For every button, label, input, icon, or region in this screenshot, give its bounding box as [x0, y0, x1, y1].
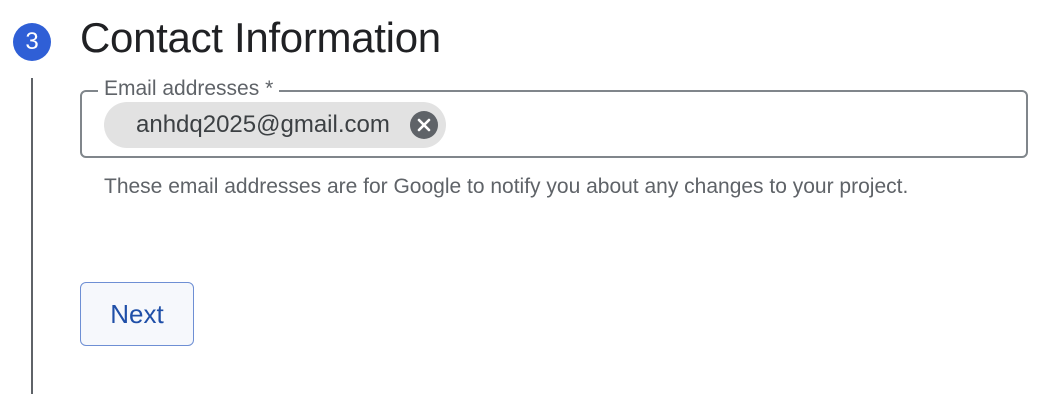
- email-chip[interactable]: anhdq2025@gmail.com: [104, 102, 446, 148]
- email-addresses-label: Email addresses *: [98, 76, 280, 102]
- remove-chip-icon[interactable]: [409, 111, 438, 139]
- step-title: Contact Information: [80, 14, 441, 61]
- next-button[interactable]: Next: [80, 282, 194, 346]
- step-connector-line: [31, 78, 33, 394]
- close-icon: [417, 118, 431, 132]
- email-chip-text: anhdq2025@gmail.com: [136, 111, 390, 138]
- step-number-badge: 3: [13, 23, 51, 61]
- step-number: 3: [25, 28, 39, 55]
- email-helper-text: These email addresses are for Google to …: [104, 175, 909, 198]
- contact-information-step: 3 Contact Information Email addresses * …: [0, 0, 1048, 412]
- email-addresses-field[interactable]: Email addresses * anhdq2025@gmail.com: [80, 76, 1028, 158]
